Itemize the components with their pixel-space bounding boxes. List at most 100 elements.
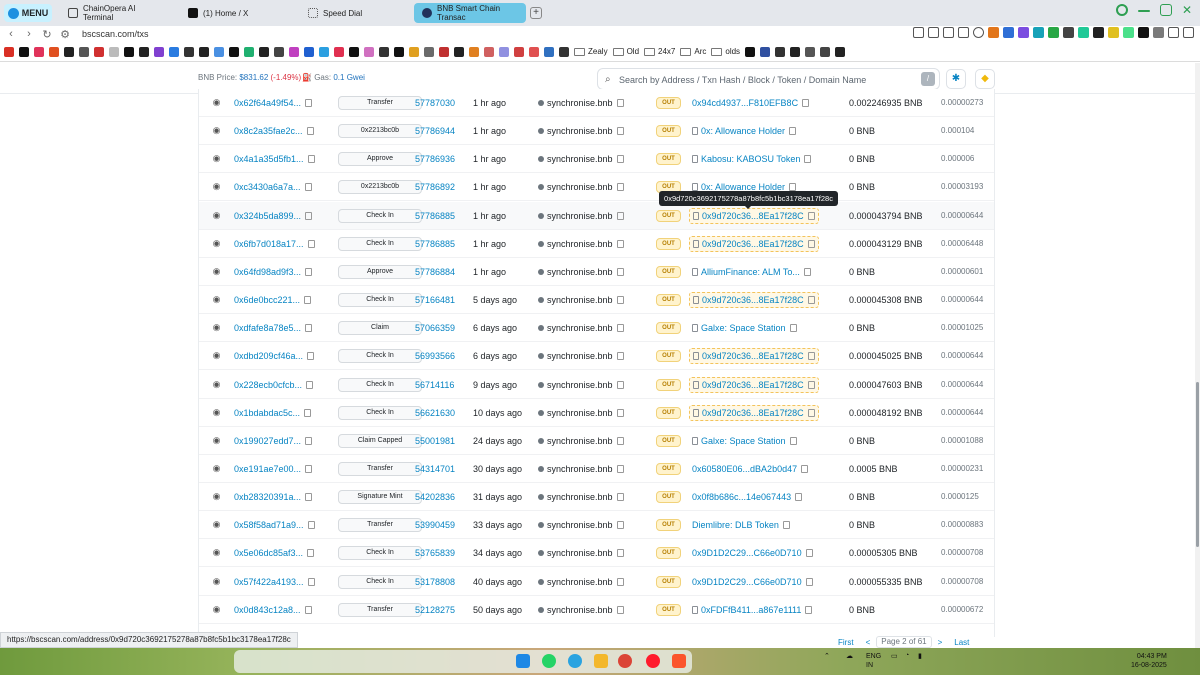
theme-toggle-button[interactable]: ✱ [946, 69, 966, 89]
copy-icon[interactable] [307, 239, 315, 248]
block-link[interactable]: 55001981 [415, 436, 455, 446]
bookmark-folder-zealy[interactable]: Zealy [574, 47, 608, 56]
copy-icon[interactable] [795, 493, 803, 502]
block-link[interactable]: 56993566 [415, 351, 455, 361]
from-address[interactable]: synchronise.bnb [538, 154, 624, 164]
to-address-link[interactable]: 0x9d720c36...8Ea17f28C [689, 292, 819, 308]
copy-icon[interactable] [616, 127, 624, 136]
copy-icon[interactable] [804, 155, 812, 164]
to-address-link[interactable]: AlliumFinance: ALM To... [692, 267, 811, 277]
view-details-icon[interactable]: ◉ [210, 322, 223, 333]
copy-icon[interactable] [805, 577, 813, 586]
pin-icon[interactable] [913, 27, 924, 38]
copy-icon[interactable] [616, 577, 624, 586]
bookmark-icon[interactable] [775, 46, 786, 57]
block-link[interactable]: 53765839 [415, 548, 455, 558]
copy-icon[interactable] [307, 352, 315, 361]
search-input[interactable] [619, 72, 909, 87]
block-link[interactable]: 57166481 [415, 295, 455, 305]
weather-icon[interactable]: ☁ [846, 652, 853, 660]
url-text[interactable]: bscscan.com/txs [82, 29, 149, 39]
copy-icon[interactable] [616, 99, 624, 107]
extension-gray-icon[interactable] [1063, 27, 1074, 38]
view-details-icon[interactable]: ◉ [210, 576, 223, 587]
copy-icon[interactable] [616, 211, 624, 220]
bookmark-icon[interactable] [745, 46, 756, 57]
from-address[interactable]: synchronise.bnb [538, 436, 624, 446]
txn-hash-link[interactable]: 0x228ecb0cfcb... [234, 380, 314, 390]
scrollbar-thumb[interactable] [1196, 382, 1199, 547]
bookmark-icon[interactable] [154, 46, 164, 57]
view-details-icon[interactable]: ◉ [210, 547, 223, 558]
to-address-link[interactable]: 0x0f8b686c...14e067443 [692, 492, 803, 502]
to-address-link[interactable]: 0x94cd4937...F810EFB8C [692, 98, 810, 108]
from-address[interactable]: synchronise.bnb [538, 380, 624, 390]
view-details-icon[interactable]: ◉ [210, 181, 223, 192]
telegram-icon[interactable] [568, 654, 582, 668]
bookmark-icon[interactable] [259, 46, 269, 57]
bookmark-icon[interactable] [514, 46, 524, 57]
copy-icon[interactable] [307, 521, 315, 530]
snapshot-icon[interactable] [928, 27, 939, 38]
txn-hash-link[interactable]: 0x62f64a49f54... [234, 98, 313, 108]
to-address-link[interactable]: 0x60580E06...dBA2b0d47 [692, 464, 809, 474]
from-address[interactable]: synchronise.bnb [538, 323, 624, 333]
block-link[interactable]: 57786885 [415, 211, 455, 221]
bookmark-icon[interactable] [364, 46, 374, 57]
txn-hash-link[interactable]: 0xb28320391a... [234, 492, 313, 502]
extension-yellow-icon[interactable] [1108, 27, 1119, 38]
copy-icon[interactable] [304, 296, 312, 304]
from-address[interactable]: synchronise.bnb [538, 126, 624, 136]
show-hidden-icons-icon[interactable]: ⌃ [824, 652, 830, 660]
view-details-icon[interactable]: ◉ [210, 266, 223, 277]
extension-cyan-icon[interactable] [1033, 27, 1044, 38]
download-page-icon[interactable] [943, 27, 954, 38]
menu-button[interactable]: MENU [4, 4, 52, 22]
block-link[interactable]: 57786885 [415, 239, 455, 249]
windows-start-icon[interactable] [516, 654, 530, 668]
from-address[interactable]: synchronise.bnb [538, 351, 624, 361]
block-link[interactable]: 57787030 [415, 98, 455, 108]
to-address-link[interactable]: Galxe: Space Station [692, 436, 797, 446]
copy-icon[interactable] [807, 211, 815, 220]
block-link[interactable]: 57786884 [415, 267, 455, 277]
txn-hash-link[interactable]: 0x4a1a35d5fb1... [234, 154, 315, 164]
copy-icon[interactable] [616, 493, 624, 502]
copy-icon[interactable] [616, 155, 624, 164]
view-details-icon[interactable]: ◉ [210, 604, 223, 615]
to-address-link[interactable]: 0x9d720c36...8Ea17f28C [689, 376, 819, 393]
copy-icon[interactable] [616, 239, 624, 248]
bookmark-icon[interactable] [109, 46, 119, 57]
txn-hash-link[interactable]: 0x1bdabdac5c... [234, 408, 312, 418]
bookmark-icon[interactable] [409, 46, 419, 57]
copy-icon[interactable] [807, 380, 815, 389]
copy-icon[interactable] [305, 493, 313, 502]
txn-hash-link[interactable]: 0xe191ae7e00... [234, 464, 313, 474]
from-address[interactable]: synchronise.bnb [538, 548, 624, 558]
extension-green-icon[interactable] [1048, 27, 1059, 38]
txn-hash-link[interactable]: 0x8c2a35fae2c... [234, 126, 314, 136]
view-details-icon[interactable]: ◉ [210, 379, 223, 390]
language-indicator[interactable]: ENG IN [866, 652, 881, 670]
bookmark-icon[interactable] [349, 46, 359, 57]
heart-icon[interactable] [973, 27, 984, 38]
to-address-link[interactable]: Diemlibre: DLB Token [692, 520, 790, 530]
txn-hash-link[interactable]: 0x6fb7d018a17... [234, 239, 315, 249]
txn-hash-link[interactable]: 0x5e06dc85af3... [234, 548, 315, 558]
copy-icon[interactable] [807, 296, 815, 304]
copy-icon[interactable] [802, 99, 810, 107]
bookmark-icon[interactable] [289, 46, 299, 57]
txn-hash-link[interactable]: 0x324b5da899... [234, 211, 313, 221]
copy-icon[interactable] [616, 324, 624, 333]
first-page-button[interactable]: First [838, 638, 854, 647]
txn-hash-link[interactable]: 0x58f58ad71a9... [234, 520, 315, 530]
to-address-link[interactable]: 0x9D1D2C29...C66e0D710 [692, 577, 813, 587]
bookmark-icon[interactable] [319, 46, 329, 57]
prev-page-button[interactable]: < [866, 638, 871, 647]
bookmark-icon[interactable] [454, 46, 464, 57]
from-address[interactable]: synchronise.bnb [538, 605, 624, 615]
brave-icon[interactable] [672, 654, 686, 668]
copy-icon[interactable] [305, 267, 313, 276]
block-link[interactable]: 57786936 [415, 154, 455, 164]
extension-purple-icon[interactable] [1018, 27, 1029, 38]
